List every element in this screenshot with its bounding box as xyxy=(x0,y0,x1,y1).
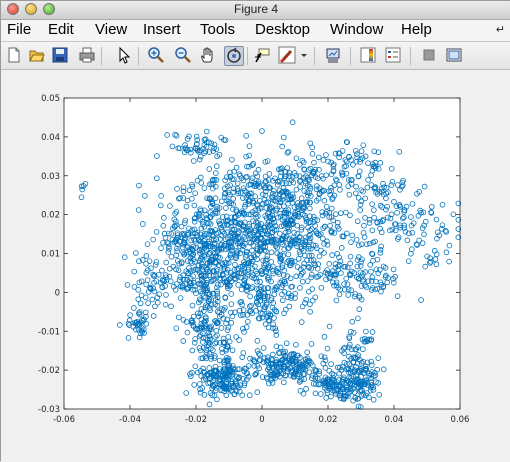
hide-plot-tools-icon[interactable] xyxy=(420,46,438,64)
x-tick-label: 0.04 xyxy=(385,415,404,425)
print-icon[interactable] xyxy=(78,46,96,64)
menu-tools[interactable]: Tools xyxy=(200,21,235,38)
pointer-icon[interactable] xyxy=(115,46,133,64)
y-tick-label: -0.03 xyxy=(38,405,60,415)
toolbar xyxy=(1,42,510,70)
brush-icon[interactable] xyxy=(278,46,296,64)
show-plot-tools-icon[interactable] xyxy=(445,46,463,64)
zoom-out-icon[interactable] xyxy=(174,46,192,64)
x-tick-label: 0.02 xyxy=(319,415,338,425)
curved-arrow-icon[interactable]: ↵ xyxy=(496,23,505,36)
y-tick-label: -0.01 xyxy=(38,327,60,337)
y-tick-label: 0.02 xyxy=(41,211,60,221)
x-tick-label: -0.02 xyxy=(185,415,207,425)
y-tick-label: -0.02 xyxy=(38,366,60,376)
menu-edit[interactable]: Edit xyxy=(48,21,74,38)
pan-hand-icon[interactable] xyxy=(199,46,217,64)
y-tick-label: 0.05 xyxy=(41,94,60,104)
save-icon[interactable] xyxy=(51,46,69,64)
x-tick-label: -0.04 xyxy=(119,415,141,425)
menu-window[interactable]: Window xyxy=(330,21,383,38)
legend-icon[interactable] xyxy=(384,46,402,64)
menu-bar: File Edit View Insert Tools Desktop Wind… xyxy=(1,20,510,42)
menu-view[interactable]: View xyxy=(95,21,127,38)
toolbar-separator xyxy=(138,47,139,65)
data-cursor-icon[interactable] xyxy=(253,46,271,64)
x-tick-label: 0 xyxy=(259,415,264,425)
y-tick-label: 0.04 xyxy=(41,133,60,143)
open-file-icon[interactable] xyxy=(28,46,46,64)
scatter-plot: -0.06 -0.04 -0.02 0 0.02 0.04 0.06 -0.03 -0.02 -… xyxy=(38,94,470,425)
window-title: Figure 4 xyxy=(233,2,279,16)
x-tick-label: 0.06 xyxy=(451,415,470,425)
rotate-3d-icon[interactable] xyxy=(224,46,244,66)
colorbar-icon[interactable] xyxy=(359,46,377,64)
toolbar-separator xyxy=(350,47,351,65)
toolbar-separator xyxy=(410,47,411,65)
toolbar-separator xyxy=(101,47,102,65)
brush-dropdown-icon[interactable] xyxy=(299,46,309,64)
title-bar[interactable]: Figure 4 xyxy=(1,1,510,20)
menu-desktop[interactable]: Desktop xyxy=(255,21,310,38)
menu-help[interactable]: Help xyxy=(401,21,432,38)
toolbar-separator xyxy=(247,47,248,65)
link-plot-icon[interactable] xyxy=(324,46,342,64)
y-tick-label: 0 xyxy=(55,288,60,298)
y-tick-label: 0.03 xyxy=(41,172,60,182)
menu-insert[interactable]: Insert xyxy=(143,21,181,38)
toolbar-separator xyxy=(314,47,315,65)
zoom-in-icon[interactable] xyxy=(147,46,165,64)
x-tick-label: -0.06 xyxy=(53,415,75,425)
new-figure-icon[interactable] xyxy=(5,46,23,64)
menu-file[interactable]: File xyxy=(7,21,31,38)
y-tick-label: 0.01 xyxy=(41,250,60,260)
